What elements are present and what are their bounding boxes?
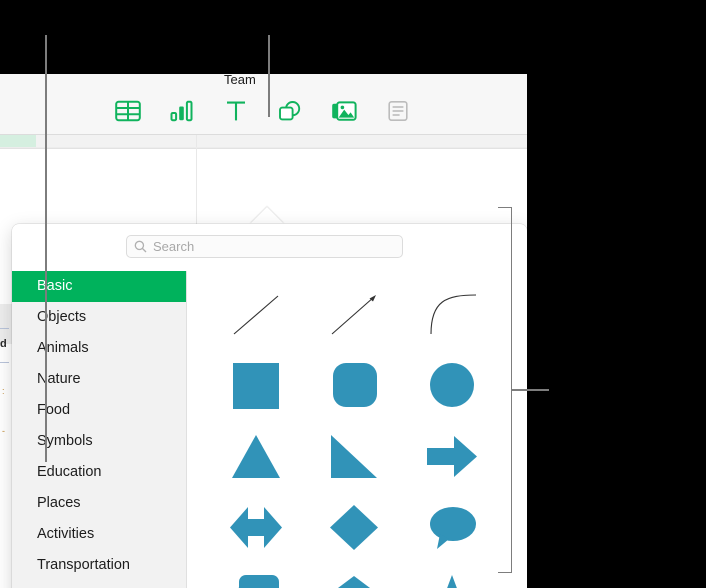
text-button[interactable] [218, 96, 254, 126]
media-icon [331, 100, 357, 122]
circle-shape[interactable] [403, 350, 501, 421]
sidebar-item-transportation[interactable]: Transportation [12, 550, 186, 581]
sheet-rule [0, 328, 9, 329]
search-container [126, 235, 403, 258]
callout-leader-sidebar [45, 35, 47, 462]
callout-bracket-shapes [498, 207, 512, 573]
toolbar-button-group [110, 96, 416, 126]
screenshot-root: d : - Search Basic Objects Animals Natur… [0, 0, 706, 588]
chart-button[interactable] [164, 96, 200, 126]
pentagon-shape[interactable] [305, 563, 403, 588]
sheet-text-fragment: - [2, 426, 5, 436]
sheet-grid-line [0, 147, 527, 148]
curved-line-shape[interactable] [403, 279, 501, 350]
sheet-text-fragment: : [2, 386, 5, 396]
sidebar-item-education[interactable]: Education [12, 457, 186, 488]
app-window: d : - Search Basic Objects Animals Natur… [0, 74, 527, 588]
rounded-square-shape[interactable] [305, 350, 403, 421]
sidebar-item-basic[interactable]: Basic [12, 271, 186, 302]
category-sidebar[interactable]: Basic Objects Animals Nature Food Symbol… [12, 271, 187, 588]
comment-icon [385, 100, 411, 122]
sidebar-item-nature[interactable]: Nature [12, 364, 186, 395]
callout-label-team: Team [224, 72, 256, 87]
shape-grid-pane [187, 271, 527, 588]
sidebar-item-symbols[interactable]: Symbols [12, 426, 186, 457]
media-button[interactable] [326, 96, 362, 126]
shape-button[interactable] [272, 96, 308, 126]
square-shape[interactable] [207, 350, 305, 421]
double-arrow-shape[interactable] [207, 492, 305, 563]
sidebar-item-objects[interactable]: Objects [12, 302, 186, 333]
sidebar-item-activities[interactable]: Activities [12, 519, 186, 550]
star-shape[interactable] [403, 563, 501, 588]
toolbar [0, 74, 527, 135]
popover-arrow [250, 207, 284, 224]
table-icon [115, 100, 141, 122]
rounded-callout-shape[interactable] [207, 563, 305, 588]
line-shape[interactable] [207, 279, 305, 350]
shape-grid [187, 271, 527, 588]
search-input[interactable] [126, 235, 403, 258]
chart-icon [169, 100, 195, 122]
shape-icon [277, 100, 303, 122]
sidebar-item-food[interactable]: Food [12, 395, 186, 426]
callout-leader-shapes [512, 389, 549, 391]
sheet-rule [0, 362, 9, 363]
arrow-line-shape[interactable] [305, 279, 403, 350]
diamond-shape[interactable] [305, 492, 403, 563]
callout-leader-shape-button [268, 35, 270, 117]
sheet-text-fragment: d [0, 338, 7, 350]
shape-library-popover: Basic Objects Animals Nature Food Symbol… [12, 224, 527, 588]
triangle-shape[interactable] [207, 421, 305, 492]
text-icon [223, 100, 249, 122]
sheet-selected-cell [0, 134, 36, 148]
sidebar-item-arts[interactable]: Arts [12, 581, 186, 588]
speech-bubble-shape[interactable] [403, 492, 501, 563]
right-triangle-shape[interactable] [305, 421, 403, 492]
sidebar-item-animals[interactable]: Animals [12, 333, 186, 364]
sidebar-item-places[interactable]: Places [12, 488, 186, 519]
table-button[interactable] [110, 96, 146, 126]
arrow-shape[interactable] [403, 421, 501, 492]
comment-button[interactable] [380, 96, 416, 126]
